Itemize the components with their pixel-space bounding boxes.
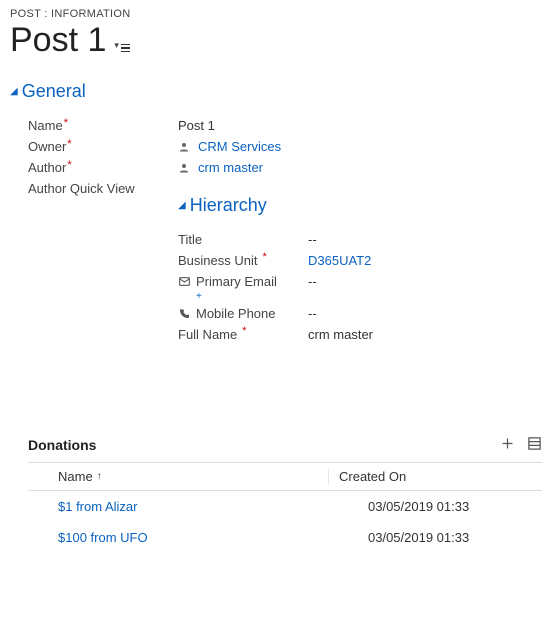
record-menu-icon[interactable]: ▾ xyxy=(114,42,130,59)
label-text: Primary Email xyxy=(196,274,277,289)
label-text: Author xyxy=(28,160,66,175)
required-icon: * xyxy=(64,117,68,129)
required-icon: * xyxy=(242,325,246,337)
col-header-created[interactable]: Created On xyxy=(328,469,542,484)
label-text: Mobile Phone xyxy=(196,306,276,321)
required-icon: * xyxy=(262,251,266,263)
qv-title-value[interactable]: -- xyxy=(308,232,317,247)
add-email-icon[interactable]: + xyxy=(196,291,542,302)
qv-title-label: Title xyxy=(178,232,308,247)
quickview-panel: ◢ Hierarchy Title -- Business Unit * D365… xyxy=(178,181,542,348)
section-general-header[interactable]: ◢ General xyxy=(10,81,542,102)
person-icon xyxy=(178,141,192,153)
qv-bu: Business Unit * D365UAT2 xyxy=(178,253,542,268)
qv-fullname-label: Full Name * xyxy=(178,327,308,342)
field-author-label: Author* xyxy=(28,160,178,175)
label-text: Owner xyxy=(28,139,66,154)
section-hierarchy-title: Hierarchy xyxy=(190,195,267,216)
field-name-label: Name* xyxy=(28,118,178,133)
row-name-link[interactable]: $1 from Alizar xyxy=(28,499,328,514)
grid-actions xyxy=(500,436,542,454)
caret-down-icon: ▾ xyxy=(114,40,119,51)
field-author-link[interactable]: crm master xyxy=(198,160,263,175)
label-text: Business Unit xyxy=(178,253,257,268)
field-owner-value[interactable]: CRM Services xyxy=(178,139,281,154)
person-icon xyxy=(178,162,192,174)
grid-header-row: Name ↑ Created On xyxy=(28,462,542,491)
qv-bu-label: Business Unit * xyxy=(178,253,308,268)
field-authorqv-label: Author Quick View xyxy=(28,181,178,196)
qv-email: Primary Email -- xyxy=(178,274,542,289)
page-title-row: Post 1 ▾ xyxy=(10,22,542,59)
qv-email-value[interactable]: -- xyxy=(308,274,317,289)
field-author-quickview: Author Quick View ◢ Hierarchy Title -- B… xyxy=(28,181,542,348)
section-general-title: General xyxy=(22,81,86,102)
required-icon: * xyxy=(67,159,71,171)
qv-phone: Mobile Phone -- xyxy=(178,306,542,321)
phone-icon xyxy=(178,308,192,320)
required-icon: * xyxy=(67,138,71,150)
breadcrumb: POST : INFORMATION xyxy=(10,8,542,20)
field-name-value[interactable]: Post 1 xyxy=(178,118,215,133)
col-header-name[interactable]: Name ↑ xyxy=(28,469,328,484)
label-text: Full Name xyxy=(178,327,237,342)
field-owner-link[interactable]: CRM Services xyxy=(198,139,281,154)
table-row[interactable]: $100 from UFO 03/05/2019 01:33 xyxy=(28,522,542,553)
row-name-link[interactable]: $100 from UFO xyxy=(28,530,328,545)
donations-title: Donations xyxy=(28,437,96,453)
field-owner: Owner* CRM Services xyxy=(28,139,542,154)
field-author: Author* crm master xyxy=(28,160,542,175)
label-text: Name xyxy=(28,118,63,133)
donations-subgrid: Donations Name ↑ Created On $1 from Aliz… xyxy=(10,436,542,553)
field-owner-label: Owner* xyxy=(28,139,178,154)
col-header-name-text: Name xyxy=(58,469,93,484)
section-hierarchy-header[interactable]: ◢ Hierarchy xyxy=(178,195,542,216)
donations-header: Donations xyxy=(28,436,542,454)
general-fields: Name* Post 1 Owner* CRM Services Author*… xyxy=(10,118,542,348)
qv-phone-label: Mobile Phone xyxy=(178,306,308,321)
row-created: 03/05/2019 01:33 xyxy=(328,530,542,545)
sort-asc-icon: ↑ xyxy=(97,471,102,482)
qv-fullname: Full Name * crm master xyxy=(178,327,542,342)
collapse-icon: ◢ xyxy=(10,86,18,97)
mail-icon xyxy=(178,275,192,288)
field-name: Name* Post 1 xyxy=(28,118,542,133)
page-title: Post 1 xyxy=(10,22,106,59)
table-row[interactable]: $1 from Alizar 03/05/2019 01:33 xyxy=(28,491,542,522)
qv-fullname-value[interactable]: crm master xyxy=(308,327,373,342)
qv-title: Title -- xyxy=(178,232,542,247)
collapse-icon: ◢ xyxy=(178,200,186,211)
qv-bu-value[interactable]: D365UAT2 xyxy=(308,253,371,268)
grid-view-icon[interactable] xyxy=(527,436,542,454)
qv-email-label: Primary Email xyxy=(178,274,308,289)
qv-phone-value[interactable]: -- xyxy=(308,306,317,321)
add-record-icon[interactable] xyxy=(500,436,515,454)
row-created: 03/05/2019 01:33 xyxy=(328,499,542,514)
menu-bars-icon xyxy=(121,44,130,52)
field-author-value[interactable]: crm master xyxy=(178,160,263,175)
